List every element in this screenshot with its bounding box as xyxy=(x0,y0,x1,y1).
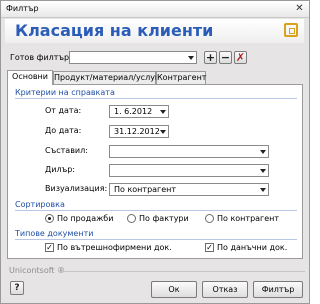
dealer-label: Дилър: xyxy=(45,165,75,174)
sorting-section-title: Сортировка xyxy=(15,200,65,209)
view-value: По контрагент xyxy=(114,185,177,194)
tax-docs-checkbox[interactable]: ✓ xyxy=(205,243,214,252)
filter-dialog: Филтър ✕ Класация на клиенти Готов филтъ… xyxy=(0,0,310,304)
logo-icon xyxy=(284,23,298,37)
tab-product[interactable]: Продукт/материал/услуга xyxy=(53,71,164,85)
sort-sales-label: По продажби xyxy=(57,214,114,223)
tab-contractor[interactable]: Контрагент xyxy=(156,71,206,85)
sort-invoices-radio[interactable] xyxy=(127,214,136,223)
chevron-down-icon xyxy=(260,150,266,154)
view-label: Визуализация: xyxy=(45,184,108,193)
doctypes-section-title: Типове документи xyxy=(15,229,94,238)
dialog-header: Класация на клиенти xyxy=(5,19,304,43)
internal-docs-checkbox[interactable]: ✓ xyxy=(45,243,54,252)
internal-docs-label: По вътрешнофирмени док. xyxy=(57,243,172,252)
criteria-section-title: Критерии на справката xyxy=(15,88,115,97)
from-date-value: 1. 6.2012 xyxy=(114,107,153,116)
from-date-picker[interactable]: 1. 6.2012 xyxy=(109,105,169,118)
page-title: Класация на клиенти xyxy=(15,21,214,40)
sort-contractor-label: По контрагент xyxy=(217,214,280,223)
section-divider xyxy=(15,239,297,240)
ready-filter-label: Готов филтър: xyxy=(10,53,72,62)
ok-button[interactable]: Ок xyxy=(151,281,197,298)
chevron-down-icon xyxy=(188,56,194,60)
remove-filter-button[interactable]: − xyxy=(219,51,232,64)
ready-filter-select[interactable] xyxy=(69,51,197,64)
to-date-picker[interactable]: 31.12.2012 xyxy=(109,125,169,138)
cancel-button[interactable]: Отказ xyxy=(202,281,248,298)
author-select[interactable] xyxy=(109,145,269,158)
footer-divider xyxy=(59,271,305,272)
chevron-down-icon xyxy=(260,169,266,173)
tax-docs-label: По данъчни док. xyxy=(217,243,288,252)
to-date-label: До дата: xyxy=(45,126,82,135)
view-select[interactable]: По контрагент xyxy=(109,183,269,196)
title-bar[interactable]: Филтър ✕ xyxy=(1,1,309,18)
brand-label: Unicontsoft ® xyxy=(9,266,66,275)
author-label: Съставил: xyxy=(45,146,88,155)
close-icon[interactable]: ✕ xyxy=(293,3,306,14)
window-title: Филтър xyxy=(6,4,39,13)
tab-main[interactable]: Основни xyxy=(7,70,53,85)
chevron-down-icon xyxy=(260,188,266,192)
section-divider xyxy=(15,210,297,211)
sort-contractor-radio[interactable] xyxy=(205,214,214,223)
delete-filter-button[interactable]: ✗ xyxy=(234,51,247,64)
from-date-label: От дата: xyxy=(45,106,82,115)
section-divider xyxy=(15,98,297,99)
sort-sales-radio[interactable] xyxy=(45,214,54,223)
chevron-down-icon xyxy=(160,110,166,114)
add-filter-button[interactable]: + xyxy=(204,51,217,64)
sort-invoices-label: По фактури xyxy=(139,214,189,223)
help-button[interactable]: ? xyxy=(10,281,24,295)
dealer-select[interactable] xyxy=(109,164,269,177)
chevron-down-icon xyxy=(160,130,166,134)
filter-button[interactable]: Филтър xyxy=(253,281,303,298)
to-date-value: 31.12.2012 xyxy=(114,127,160,136)
